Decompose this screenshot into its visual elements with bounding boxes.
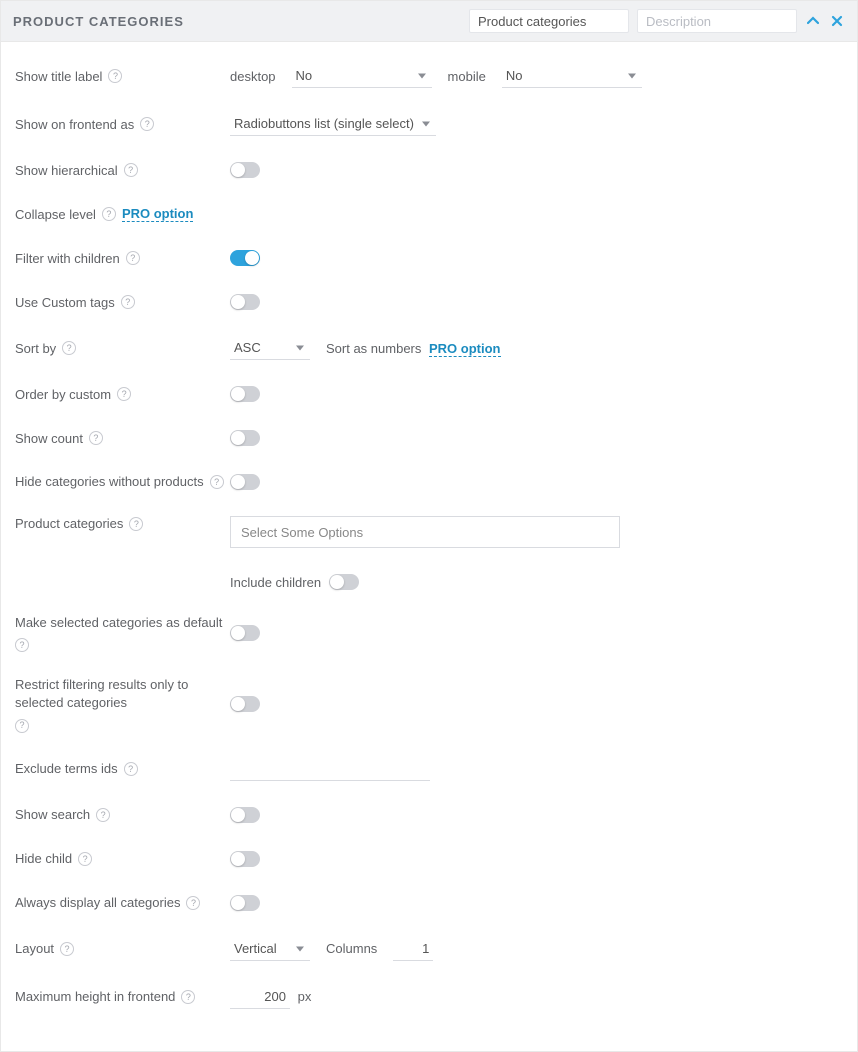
use-custom-tags-toggle[interactable]: [230, 294, 260, 310]
label-hide-child: Hide child: [15, 851, 72, 866]
help-icon[interactable]: ?: [108, 69, 122, 83]
label-make-default: Make selected categories as default: [15, 614, 222, 632]
panel-title: PRODUCT CATEGORIES: [13, 14, 461, 29]
frontend-select-wrap: Radiobuttons list (single select): [230, 112, 436, 136]
columns-label: Columns: [326, 941, 377, 956]
panel-header: PRODUCT CATEGORIES: [1, 1, 857, 42]
row-always-display: Always display all categories ?: [15, 881, 843, 925]
row-make-default: Make selected categories as default ?: [15, 602, 843, 664]
frontend-as-select[interactable]: Radiobuttons list (single select): [230, 112, 436, 136]
description-input[interactable]: [637, 9, 797, 33]
hide-child-toggle[interactable]: [230, 851, 260, 867]
pro-link-sort[interactable]: PRO option: [429, 341, 501, 357]
desktop-select[interactable]: No: [292, 64, 432, 88]
label-exclude-terms: Exclude terms ids: [15, 761, 118, 776]
help-icon[interactable]: ?: [78, 852, 92, 866]
help-icon[interactable]: ?: [181, 990, 195, 1004]
help-icon[interactable]: ?: [124, 762, 138, 776]
hide-empty-toggle[interactable]: [230, 474, 260, 490]
mobile-label: mobile: [448, 69, 486, 84]
row-use-custom-tags: Use Custom tags ?: [15, 280, 843, 324]
row-show-search: Show search ?: [15, 793, 843, 837]
label-collapse-level: Collapse level: [15, 207, 96, 222]
row-hide-empty: Hide categories without products ?: [15, 460, 843, 504]
mobile-select[interactable]: No: [502, 64, 642, 88]
help-icon[interactable]: ?: [102, 207, 116, 221]
label-layout: Layout: [15, 941, 54, 956]
row-show-count: Show count ?: [15, 416, 843, 460]
restrict-toggle[interactable]: [230, 696, 260, 712]
row-collapse-level: Collapse level ? PRO option: [15, 192, 843, 236]
product-categories-panel: PRODUCT CATEGORIES Show title label ? de…: [0, 0, 858, 1052]
help-icon[interactable]: ?: [121, 295, 135, 309]
filter-with-children-toggle[interactable]: [230, 250, 260, 266]
desktop-select-wrap: No: [292, 64, 432, 88]
help-icon[interactable]: ?: [126, 251, 140, 265]
help-icon[interactable]: ?: [124, 163, 138, 177]
panel-body: Show title label ? desktop No mobile No: [1, 42, 857, 1051]
label-restrict: Restrict filtering results only to selec…: [15, 676, 230, 712]
row-max-height: Maximum height in frontend ? px: [15, 973, 843, 1021]
help-icon[interactable]: ?: [129, 517, 143, 531]
row-restrict: Restrict filtering results only to selec…: [15, 664, 843, 744]
row-show-hierarchical: Show hierarchical ?: [15, 148, 843, 192]
help-icon[interactable]: ?: [140, 117, 154, 131]
label-max-height: Maximum height in frontend: [15, 989, 175, 1004]
title-input[interactable]: [469, 9, 629, 33]
collapse-icon[interactable]: [805, 13, 821, 29]
label-show-search: Show search: [15, 807, 90, 822]
label-show-title: Show title label: [15, 69, 102, 84]
help-icon[interactable]: ?: [186, 896, 200, 910]
row-product-categories: Product categories ? Select Some Options…: [15, 504, 843, 602]
mobile-select-wrap: No: [502, 64, 642, 88]
row-order-by-custom: Order by custom ?: [15, 372, 843, 416]
row-show-frontend-as: Show on frontend as ? Radiobuttons list …: [15, 100, 843, 148]
row-show-title-label: Show title label ? desktop No mobile No: [15, 52, 843, 100]
label-sort-by: Sort by: [15, 341, 56, 356]
label-always-display: Always display all categories: [15, 895, 180, 910]
always-display-toggle[interactable]: [230, 895, 260, 911]
sort-by-select[interactable]: ASC: [230, 336, 310, 360]
order-by-custom-toggle[interactable]: [230, 386, 260, 402]
columns-input[interactable]: [393, 937, 433, 961]
row-sort-by: Sort by ? ASC Sort as numbers PRO option: [15, 324, 843, 372]
label-hide-empty: Hide categories without products: [15, 473, 204, 491]
layout-select[interactable]: Vertical: [230, 937, 310, 961]
row-hide-child: Hide child ?: [15, 837, 843, 881]
help-icon[interactable]: ?: [89, 431, 103, 445]
row-filter-with-children: Filter with children ?: [15, 236, 843, 280]
sort-by-select-wrap: ASC: [230, 336, 310, 360]
help-icon[interactable]: ?: [15, 719, 29, 733]
exclude-terms-input[interactable]: [230, 757, 430, 781]
include-children-label: Include children: [230, 575, 321, 590]
make-default-toggle[interactable]: [230, 625, 260, 641]
row-layout: Layout ? Vertical Columns: [15, 925, 843, 973]
label-use-custom-tags: Use Custom tags: [15, 295, 115, 310]
desktop-label: desktop: [230, 69, 276, 84]
label-order-by-custom: Order by custom: [15, 387, 111, 402]
label-show-count: Show count: [15, 431, 83, 446]
show-count-toggle[interactable]: [230, 430, 260, 446]
help-icon[interactable]: ?: [210, 475, 224, 489]
help-icon[interactable]: ?: [60, 942, 74, 956]
max-height-unit: px: [298, 989, 312, 1004]
row-exclude-terms: Exclude terms ids ?: [15, 745, 843, 793]
label-show-frontend-as: Show on frontend as: [15, 117, 134, 132]
show-hierarchical-toggle[interactable]: [230, 162, 260, 178]
show-search-toggle[interactable]: [230, 807, 260, 823]
sort-as-numbers-label: Sort as numbers: [326, 341, 421, 356]
label-product-categories: Product categories: [15, 516, 123, 531]
pro-link-collapse[interactable]: PRO option: [122, 206, 194, 222]
close-icon[interactable]: [829, 13, 845, 29]
layout-select-wrap: Vertical: [230, 937, 310, 961]
include-children-toggle[interactable]: [329, 574, 359, 590]
help-icon[interactable]: ?: [117, 387, 131, 401]
help-icon[interactable]: ?: [96, 808, 110, 822]
max-height-input[interactable]: [230, 985, 290, 1009]
label-filter-with-children: Filter with children: [15, 251, 120, 266]
label-show-hierarchical: Show hierarchical: [15, 163, 118, 178]
product-categories-select[interactable]: Select Some Options: [230, 516, 620, 548]
help-icon[interactable]: ?: [62, 341, 76, 355]
help-icon[interactable]: ?: [15, 638, 29, 652]
